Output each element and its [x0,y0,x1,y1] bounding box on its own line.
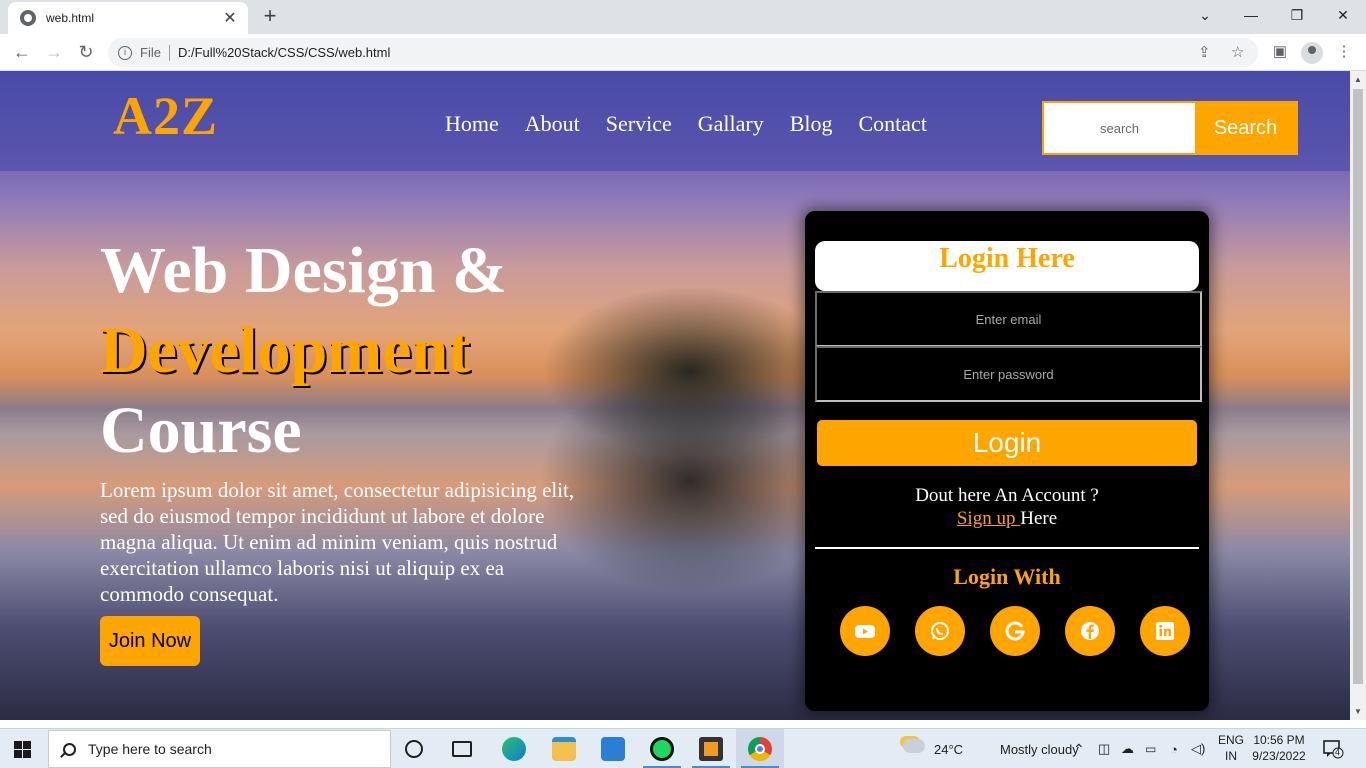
clock-date: 9/23/2022 [1252,749,1306,763]
nav-link-blog[interactable]: Blog [790,111,833,137]
site-search: Search [1042,101,1298,155]
scroll-up-icon[interactable]: ▲ [1354,75,1362,84]
facebook-button[interactable] [1065,606,1115,656]
join-now-button[interactable]: Join Now [100,616,200,666]
weather-text[interactable]: Mostly cloudy [1000,729,1079,768]
side-panel-icon[interactable]: ▣ [1270,42,1290,62]
login-card: Login Here Login Dout here An Account ? … [805,211,1209,711]
battery-icon[interactable]: ▭ [1145,729,1156,768]
tray-cloud-icon[interactable]: ☁ [1121,729,1134,768]
browser-tab[interactable]: web.html ✕ [8,2,248,34]
login-title: Login Here [815,241,1199,291]
weather-temp[interactable]: 24°C [934,729,963,768]
whatsapp-icon [931,622,949,640]
taskbar-clock[interactable]: 10:56 PM 9/23/2022 [1250,732,1308,764]
restore-button[interactable]: ❐ [1274,0,1320,30]
cortana-icon[interactable] [405,740,423,758]
notification-count: 4 [1335,747,1341,757]
hero-heading: Web Design & Development Course [100,231,507,471]
address-separator [168,44,170,61]
wifi-icon[interactable]: ◔ [1170,729,1178,768]
weather-cloud-icon[interactable] [903,739,925,753]
reload-icon[interactable]: ↻ [74,40,98,64]
email-field[interactable] [815,291,1202,347]
windows-start-icon[interactable] [14,741,31,758]
linkedin-icon [1156,622,1174,640]
menu-kebab-icon[interactable]: ⋮ [1334,42,1354,62]
main-menu: Home About Service Gallary Blog Contact [445,111,953,137]
minimize-button[interactable]: — [1228,0,1274,30]
hero-paragraph: Lorem ipsum dolor sit amet, consectetur … [100,478,575,606]
page-viewport: A2Z Home About Service Gallary Blog Cont… [0,71,1350,720]
forward-icon[interactable]: → [42,40,66,64]
language-line-2: IN [1225,749,1237,763]
windows-taskbar: Type here to search 24°C Mostly cloudy ⌃… [0,728,1366,768]
close-window-button[interactable]: ✕ [1320,0,1366,30]
youtube-icon [855,625,875,638]
back-icon[interactable]: ← [10,40,34,64]
google-button[interactable] [990,606,1040,656]
page-scrollbar[interactable]: ▲ ▼ [1350,71,1366,720]
facebook-icon [1081,622,1099,640]
site-search-button[interactable]: Search [1195,103,1296,153]
tab-search-button[interactable]: ⌄ [1182,0,1228,30]
notification-center-button[interactable]: 4 [1322,739,1344,759]
address-bar[interactable]: i File D:/Full%20Stack/CSS/CSS/web.html … [108,38,1258,67]
browser-toolbar: ← → ↻ i File D:/Full%20Stack/CSS/CSS/web… [0,34,1366,71]
mail-icon[interactable] [601,737,625,761]
login-with-heading: Login With [953,564,1061,589]
login-button[interactable]: Login [817,420,1197,466]
nav-link-contact[interactable]: Contact [859,111,927,137]
address-url[interactable]: D:/Full%20Stack/CSS/CSS/web.html [178,45,390,60]
info-icon[interactable]: i [118,45,132,60]
chrome-icon-center [755,744,765,754]
new-tab-button[interactable]: + [258,4,282,28]
bookmark-star-icon[interactable]: ☆ [1231,43,1244,61]
nav-link-about[interactable]: About [525,111,580,137]
sublime-text-icon[interactable] [699,737,723,761]
site-search-input[interactable] [1044,103,1195,153]
nav-link-service[interactable]: Service [606,111,672,137]
taskbar-search-placeholder: Type here to search [88,741,212,757]
edge-icon[interactable] [502,737,526,761]
scrollbar-thumb[interactable] [1353,89,1363,684]
youtube-button[interactable] [840,606,890,656]
google-icon [1005,621,1025,641]
site-navbar: A2Z Home About Service Gallary Blog Cont… [0,71,1350,171]
signup-suffix: Here [1020,508,1058,529]
hero-line-1: Web Design & [100,234,508,307]
login-divider [815,547,1199,549]
browser-tab-strip: web.html ✕ + ⌄ — ❐ ✕ [0,0,1366,34]
task-view-icon[interactable] [452,741,472,757]
account-question: Dout here An Account ? [915,485,1099,506]
clock-time: 10:56 PM [1253,733,1305,747]
scroll-down-icon[interactable]: ▼ [1354,707,1362,716]
globe-icon [20,10,36,26]
share-icon[interactable]: ⇪ [1198,43,1211,61]
tab-title: web.html [46,11,95,25]
language-indicator[interactable]: ENG IN [1214,732,1248,764]
search-icon [63,742,76,756]
hero-line-2: Development [100,314,471,387]
tray-device-icon[interactable]: ◫ [1098,729,1110,768]
language-line-1: ENG [1217,733,1244,747]
taskbar-search-box[interactable]: Type here to search [48,730,391,768]
signup-link[interactable]: Sign up [957,508,1020,529]
file-explorer-icon[interactable] [552,737,576,761]
volume-icon[interactable]: ◁) [1191,729,1205,768]
account-prompt: Dout here An Account ? Sign up Here [805,484,1209,530]
linkedin-button[interactable] [1140,606,1190,656]
hero-line-3: Course [100,394,302,467]
show-hidden-icons-chevron-icon[interactable]: ⌃ [1073,729,1085,768]
password-field[interactable] [815,346,1202,402]
spotify-icon[interactable] [650,737,674,761]
nav-link-home[interactable]: Home [445,111,499,137]
notification-icon [1323,740,1344,759]
profile-avatar[interactable] [1301,42,1323,64]
nav-link-gallary[interactable]: Gallary [698,111,764,137]
address-scheme-label: File [140,45,161,60]
site-logo[interactable]: A2Z [113,85,218,147]
tab-close-icon[interactable]: ✕ [222,8,238,28]
whatsapp-button[interactable] [915,606,965,656]
